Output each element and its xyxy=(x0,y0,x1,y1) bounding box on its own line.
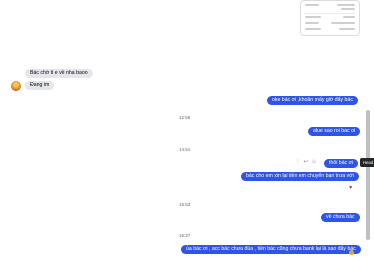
image-divider xyxy=(305,13,355,14)
tooltip: Head xyxy=(360,158,374,167)
image-text-line xyxy=(331,22,355,24)
seen-avatar-icon xyxy=(349,250,354,255)
chat-thread: Bác chờ ti e về nha baoo Đang im oke bác… xyxy=(0,0,364,257)
shared-image-card[interactable] xyxy=(300,0,360,36)
timestamp: 14:51 xyxy=(179,147,191,152)
message-incoming[interactable]: Đang im xyxy=(25,81,55,90)
image-text-line xyxy=(339,28,355,30)
image-text-line xyxy=(343,16,355,18)
timestamp: 16:37 xyxy=(179,233,191,238)
timestamp: 15:53 xyxy=(179,202,191,207)
message-outgoing[interactable]: alue sao roi bac oi xyxy=(308,127,361,136)
image-text-line xyxy=(341,8,355,10)
react-icon[interactable]: ☺ xyxy=(311,158,317,166)
message-incoming[interactable]: Bác chờ ti e về nha baoo xyxy=(25,69,93,78)
contact-avatar[interactable] xyxy=(11,81,21,91)
image-text-line xyxy=(305,16,321,18)
message-outgoing[interactable]: bác cho em xin lại tiền em chuyển bạn tr… xyxy=(241,172,359,181)
message-outgoing[interactable]: thôi bác ơi xyxy=(324,159,359,168)
message-actions: ⋮ ↩ ☺ xyxy=(295,158,317,166)
message-outgoing[interactable]: ủa bác ơi , acc bác chưa đúa , tiền bác … xyxy=(181,245,361,254)
image-text-line xyxy=(305,28,321,30)
image-text-line xyxy=(305,22,319,24)
message-outgoing[interactable]: oke bác ơi ,khoản mấy giờ đấy bác xyxy=(267,96,358,105)
image-text-line xyxy=(305,4,319,6)
image-text-line xyxy=(337,4,355,6)
message-outgoing[interactable]: về chưa bác xyxy=(321,213,360,222)
heart-reaction-icon[interactable]: ♥ xyxy=(349,185,352,191)
scrollbar-thumb[interactable] xyxy=(366,110,370,240)
more-options-icon[interactable]: ⋮ xyxy=(295,158,301,166)
reply-icon[interactable]: ↩ xyxy=(304,158,309,166)
timestamp: 12:56 xyxy=(179,115,191,120)
